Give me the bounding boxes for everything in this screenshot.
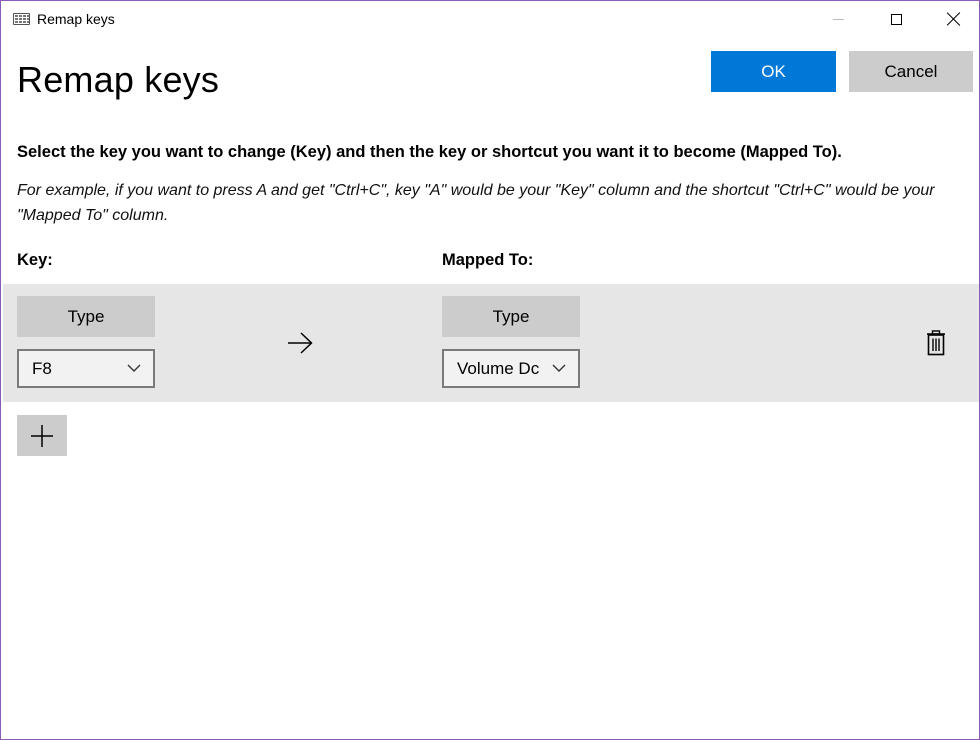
key-column-label: Key: (17, 251, 53, 269)
key-dropdown-value: F8 (32, 358, 52, 378)
title-bar[interactable]: Remap keys (1, 1, 979, 37)
chevron-down-icon (127, 364, 141, 372)
mapped-to-dropdown-value: Volume Dc (457, 358, 540, 378)
arrow-right-icon (288, 332, 313, 354)
remap-keys-window: Remap keys Remap keys OK Cancel Select t… (0, 0, 980, 740)
mapped-type-button[interactable]: Type (442, 296, 580, 337)
example-text: For example, if you want to press A and … (17, 182, 935, 224)
key-type-button[interactable]: Type (17, 296, 155, 337)
minimize-button[interactable] (815, 1, 861, 37)
maximize-button[interactable] (873, 1, 919, 37)
close-button[interactable] (931, 1, 977, 37)
close-icon (947, 12, 961, 26)
chevron-down-icon (552, 364, 566, 372)
key-dropdown[interactable]: F8 (17, 349, 155, 388)
mapped-to-dropdown[interactable]: Volume Dc (442, 349, 580, 388)
mapped-to-column-label: Mapped To: (442, 251, 534, 269)
mapping-row: Type F8 Type Volume Dc (3, 284, 979, 402)
window-title: Remap keys (37, 11, 115, 27)
plus-icon (31, 424, 53, 447)
minimize-icon (832, 18, 844, 20)
keyboard-icon (13, 13, 30, 25)
maximize-icon (890, 13, 902, 25)
instruction-text: Select the key you want to change (Key) … (17, 143, 842, 161)
cancel-button[interactable]: Cancel (849, 51, 973, 92)
add-mapping-button[interactable] (17, 415, 67, 456)
page-title: Remap keys (17, 59, 220, 100)
ok-button[interactable]: OK (711, 51, 836, 92)
trash-icon[interactable] (925, 330, 947, 356)
